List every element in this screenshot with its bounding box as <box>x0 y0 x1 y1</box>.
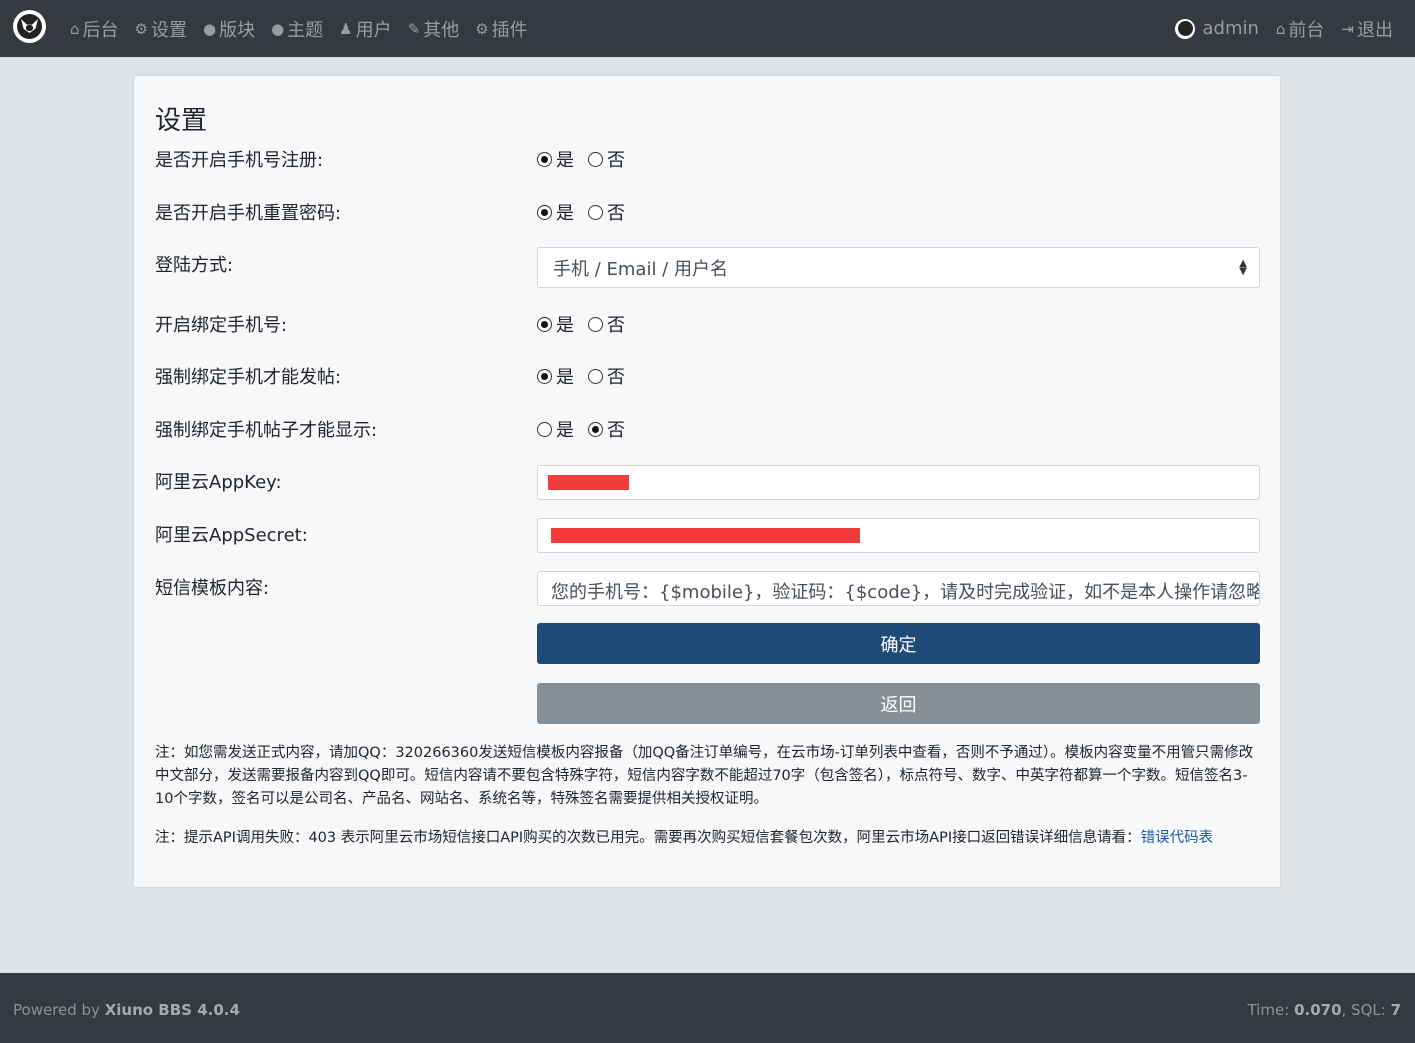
submit-button[interactable]: 确定 <box>537 623 1260 664</box>
nav-admin-home[interactable]: ⌂ 后台 <box>70 16 119 42</box>
force-bind-view-no[interactable]: 否 <box>588 416 625 442</box>
force-bind-post-no[interactable]: 否 <box>588 363 625 389</box>
radio-unchecked-icon[interactable] <box>537 421 552 437</box>
footer: Powered by Xiuno BBS 4.0.4 Time: 0.070, … <box>0 973 1415 1043</box>
nav-plugins[interactable]: ⚙ 插件 <box>475 16 527 42</box>
mobile-register-yes[interactable]: 是 <box>537 146 574 172</box>
nav-threads[interactable]: ● 主题 <box>271 16 323 42</box>
nav-left: ⌂ 后台 ⚙ 设置 ● 版块 ● 主题 ♟ 用户 ✎ 其他 ⚙ 插件 <box>70 0 544 57</box>
bind-mobile-label: 开启绑定手机号: <box>155 315 288 336</box>
mobile-reset-label: 是否开启手机重置密码: <box>155 203 342 224</box>
appkey-label: 阿里云AppKey: <box>155 472 282 493</box>
render-stats: Time: 0.070, SQL: 7 <box>1247 1001 1401 1019</box>
radio-unchecked-icon[interactable] <box>588 204 603 220</box>
radio-unchecked-icon[interactable] <box>588 316 603 332</box>
settings-card: 设置 是否开启手机号注册: 是 否 是否开启手机重置密码: 是 否 登陆方式: … <box>133 75 1281 888</box>
sms-template-label: 短信模板内容: <box>155 578 270 599</box>
select-caret-icon: ▲ ▼ <box>1239 258 1247 277</box>
force-bind-post-radios: 是 否 <box>537 363 639 389</box>
mobile-reset-radios: 是 否 <box>537 199 639 225</box>
note-api-error: 注：提示API调用失败：403 表示阿里云市场短信接口API购买的次数已用完。需… <box>155 830 1214 846</box>
mobile-register-no[interactable]: 否 <box>588 146 625 172</box>
home-icon: ⌂ <box>1275 19 1286 38</box>
user-icon: ♟ <box>339 19 353 38</box>
mobile-reset-yes[interactable]: 是 <box>537 199 574 225</box>
bind-mobile-yes[interactable]: 是 <box>537 311 574 337</box>
nav-other[interactable]: ✎ 其他 <box>408 16 460 42</box>
cogs-icon: ⚙ <box>475 19 489 38</box>
appsecret-input[interactable] <box>537 518 1260 553</box>
nav-settings[interactable]: ⚙ 设置 <box>135 16 187 42</box>
bind-mobile-no[interactable]: 否 <box>588 311 625 337</box>
back-button[interactable]: 返回 <box>537 683 1260 724</box>
nav-forums[interactable]: ● 版块 <box>203 16 255 42</box>
login-method-select[interactable]: 手机 / Email / 用户名 ▲ ▼ <box>537 247 1260 288</box>
radio-checked-icon[interactable] <box>537 368 552 384</box>
redacted-value <box>551 528 860 543</box>
error-code-link[interactable]: 错误代码表 <box>1141 830 1214 846</box>
home-icon: ⌂ <box>70 19 80 38</box>
comments-icon: ● <box>271 19 285 38</box>
sms-template-textarea[interactable]: 您的手机号：{$mobile}，验证码：{$code}，请及时完成验证，如不是本… <box>537 571 1260 606</box>
logo-icon[interactable] <box>13 10 46 43</box>
top-navbar: ⌂ 后台 ⚙ 设置 ● 版块 ● 主题 ♟ 用户 ✎ 其他 ⚙ 插件 admin ⌂ 前台 ⇥ 退… <box>0 0 1415 57</box>
comment-icon: ● <box>202 19 217 38</box>
radio-checked-icon[interactable] <box>537 151 552 167</box>
sign-out-icon: ⇥ <box>1341 19 1354 38</box>
force-bind-view-yes[interactable]: 是 <box>537 416 574 442</box>
radio-checked-icon[interactable] <box>537 204 552 220</box>
page-title: 设置 <box>155 106 208 136</box>
nav-right: admin ⌂ 前台 ⇥ 退出 <box>1158 0 1393 57</box>
radio-unchecked-icon[interactable] <box>588 151 603 167</box>
radio-unchecked-icon[interactable] <box>588 368 603 384</box>
mobile-register-label: 是否开启手机号注册: <box>155 150 324 171</box>
nav-users[interactable]: ♟ 用户 <box>339 16 391 42</box>
mobile-reset-no[interactable]: 否 <box>588 199 625 225</box>
appkey-input[interactable] <box>537 465 1260 500</box>
mobile-register-radios: 是 否 <box>537 146 639 172</box>
redacted-value <box>548 475 629 490</box>
avatar <box>1175 18 1196 39</box>
radio-checked-icon[interactable] <box>588 421 603 437</box>
bind-mobile-radios: 是 否 <box>537 311 639 337</box>
wrench-icon: ✎ <box>407 19 421 38</box>
appsecret-label: 阿里云AppSecret: <box>155 525 308 546</box>
powered-by: Powered by Xiuno BBS 4.0.4 <box>13 1001 240 1019</box>
force-bind-post-label: 强制绑定手机才能发帖: <box>155 367 342 388</box>
login-method-label: 登陆方式: <box>155 255 234 276</box>
nav-logout[interactable]: ⇥ 退出 <box>1341 16 1393 42</box>
gear-icon: ⚙ <box>134 19 148 38</box>
radio-checked-icon[interactable] <box>537 316 552 332</box>
nav-user-admin[interactable]: admin <box>1175 18 1259 39</box>
nav-frontend[interactable]: ⌂ 前台 <box>1276 16 1325 42</box>
force-bind-view-radios: 是 否 <box>537 416 639 442</box>
force-bind-post-yes[interactable]: 是 <box>537 363 574 389</box>
note-sms-registration: 注：如您需发送正式内容，请加QQ：320266360发送短信模板内容报备（加QQ… <box>155 745 1254 807</box>
force-bind-view-label: 强制绑定手机帖子才能显示: <box>155 420 378 441</box>
